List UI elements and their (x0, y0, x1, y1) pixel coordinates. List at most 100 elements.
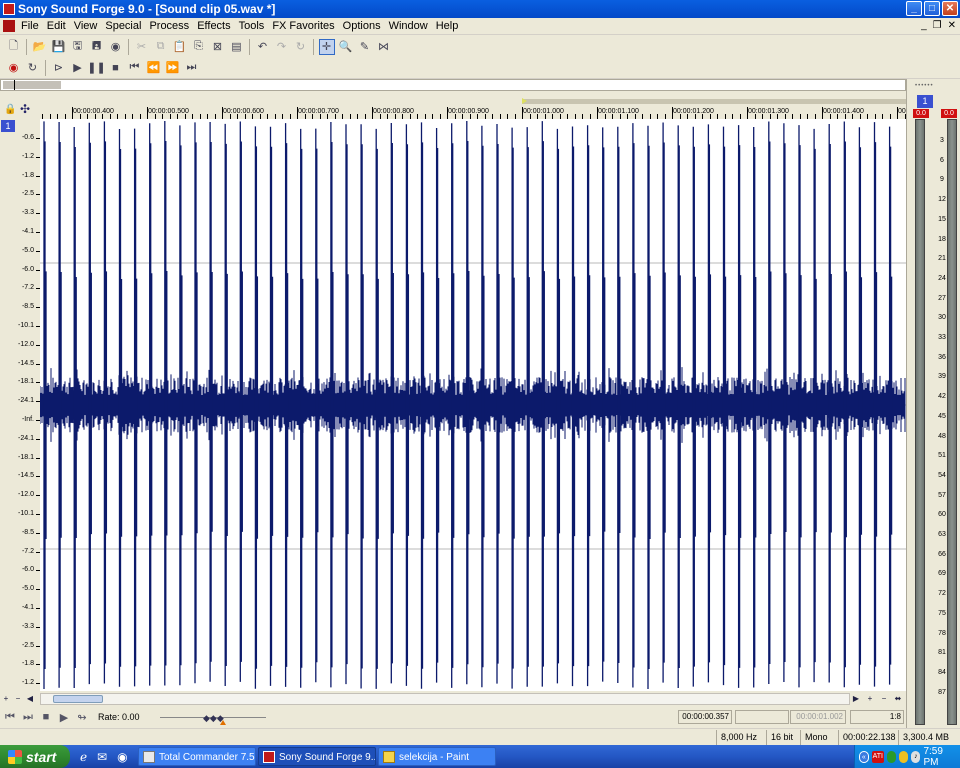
menu-window[interactable]: Window (386, 20, 433, 32)
scroll-left-icon[interactable]: ◀ (24, 693, 36, 705)
zoom-ratio-field[interactable]: 1:8 (850, 710, 904, 724)
play-looped-icon[interactable]: ↬ (74, 709, 90, 725)
bit-depth-status[interactable]: 16 bit (766, 730, 800, 745)
pencil-tool-icon[interactable]: ✎ (357, 39, 373, 55)
repeat-icon[interactable]: ↻ (293, 39, 309, 55)
channels-status[interactable]: Mono (800, 730, 838, 745)
waveform-click-spike (375, 128, 379, 689)
play-icon[interactable]: ▶ (70, 60, 86, 76)
go-to-end-icon[interactable]: ⏭ (184, 60, 200, 76)
menu-help[interactable]: Help (433, 20, 464, 32)
mdi-restore-button[interactable]: ❐ (933, 20, 942, 31)
scroll-right-icon[interactable]: ▶ (850, 693, 862, 705)
cut-icon[interactable]: ✂ (134, 39, 150, 55)
waveform-click-spike (254, 126, 259, 689)
meter-channel-badge[interactable]: 1 (917, 95, 933, 108)
new-file-icon[interactable]: 🗋 (6, 39, 22, 55)
rewind-icon[interactable]: ⏪ (146, 60, 162, 76)
menu-tools[interactable]: Tools (236, 20, 270, 32)
crossfade-icon[interactable]: ⊠ (210, 39, 226, 55)
lock-icon[interactable]: 🔒 (4, 104, 16, 115)
zoom-slider-icon[interactable]: ⬌ (892, 693, 904, 705)
trim-icon[interactable]: ▤ (229, 39, 245, 55)
overview-bar[interactable] (0, 79, 906, 91)
media-player-icon[interactable]: ◉ (117, 750, 127, 764)
stop-icon[interactable]: ■ (38, 709, 54, 725)
loop-region-bar[interactable] (522, 99, 906, 104)
channel-badge[interactable]: 1 (1, 120, 15, 132)
taskbar-button-paint[interactable]: selekcija - Paint (378, 747, 496, 766)
menu-effects[interactable]: Effects (194, 20, 235, 32)
peak-hold-left[interactable]: 0.0 (913, 109, 929, 118)
play-all-icon[interactable]: ⊳ (51, 60, 67, 76)
open-folder-icon[interactable]: 📂 (32, 39, 48, 55)
forward-icon[interactable]: ⏩ (165, 60, 181, 76)
close-button[interactable]: ✕ (942, 1, 958, 16)
redo-icon[interactable]: ↷ (274, 39, 290, 55)
render-icon[interactable]: ◉ (108, 39, 124, 55)
outlook-express-icon[interactable]: ✉ (97, 750, 107, 764)
record-icon[interactable]: ◉ (6, 60, 22, 76)
save-icon[interactable]: 💾 (51, 39, 67, 55)
pause-icon[interactable]: ❚❚ (87, 60, 105, 76)
menu-file[interactable]: File (18, 20, 44, 32)
meter-grip[interactable]: •••••• (915, 83, 934, 89)
go-to-end-icon[interactable]: ⏭ (20, 709, 36, 725)
scroll-thumb[interactable] (53, 695, 103, 703)
peak-hold-right[interactable]: 0.0 (941, 109, 957, 118)
save-as-icon[interactable]: 🖫 (70, 39, 86, 55)
waveform-click-spike (677, 125, 681, 689)
time-ruler[interactable]: 00:00:00.400 00:00:00.500 00:00:00.600 00:0… (40, 97, 908, 119)
tray-expand-icon[interactable]: « (859, 750, 869, 763)
amplitude-axis: -0.6 -1.2 -1.8 -2.5 -3.3 -4.1 -5.0 -6.0 -7.2 -8.5… (0, 119, 40, 705)
volume-tray-icon[interactable]: ♪ (911, 750, 921, 763)
ati-tray-icon[interactable]: ATI (871, 750, 884, 763)
document-icon[interactable] (3, 20, 15, 32)
scroll-track[interactable] (40, 693, 850, 705)
copy-icon[interactable]: ⧉ (153, 39, 169, 55)
start-button[interactable]: start (0, 745, 70, 768)
magnify-tool-icon[interactable]: 🔍 (338, 39, 354, 55)
network-tray-icon[interactable] (886, 750, 897, 763)
menu-options[interactable]: Options (340, 20, 386, 32)
menu-special[interactable]: Special (102, 20, 146, 32)
envelope-tool-icon[interactable]: ⋈ (376, 39, 392, 55)
ie-icon[interactable]: ℯ (80, 750, 87, 764)
zoom-out-vertical-icon[interactable]: − (12, 693, 24, 705)
mdi-minimize-button[interactable]: _ (921, 20, 927, 31)
play-normal-icon[interactable]: ▶ (56, 709, 72, 725)
rate-slider[interactable]: ◆◆◆ (160, 712, 266, 725)
scrub-icon[interactable]: ✣ (20, 102, 30, 116)
loop-icon[interactable]: ↻ (25, 60, 41, 76)
mdi-close-button[interactable]: ✕ (948, 20, 956, 31)
waveform-display[interactable] (40, 119, 906, 691)
security-tray-icon[interactable] (899, 750, 909, 763)
zoom-out-time-icon[interactable]: − (878, 693, 890, 705)
paste-mix-icon[interactable]: ⎘ (191, 39, 207, 55)
minimize-button[interactable]: _ (906, 1, 922, 16)
paste-icon[interactable]: 📋 (172, 39, 188, 55)
maximize-button[interactable]: □ (924, 1, 940, 16)
undo-icon[interactable]: ↶ (255, 39, 271, 55)
selection-start-field[interactable] (735, 710, 789, 724)
cursor-position-field[interactable]: 00:00:00.357 (678, 710, 732, 724)
overview-view-region[interactable] (3, 81, 61, 89)
menu-process[interactable]: Process (146, 20, 194, 32)
go-to-start-icon[interactable]: ⏮ (127, 60, 143, 76)
menu-view[interactable]: View (71, 20, 103, 32)
go-to-start-icon[interactable]: ⏮ (2, 709, 18, 725)
zoom-in-vertical-icon[interactable]: + (0, 693, 12, 705)
save-all-icon[interactable]: 🖪 (89, 39, 105, 55)
zoom-in-time-icon[interactable]: + (864, 693, 876, 705)
sample-rate-status[interactable]: 8,000 Hz (716, 730, 766, 745)
sound-forge-app-icon[interactable] (3, 3, 15, 15)
selection-length-field[interactable]: 00:00:01.002 (790, 710, 846, 724)
taskbar-button-sound-forge[interactable]: Sony Sound Forge 9.... (258, 747, 376, 766)
stop-icon[interactable]: ■ (108, 60, 124, 76)
clock[interactable]: 7:59 PM (923, 746, 952, 768)
edit-tool-icon[interactable]: ✛ (318, 38, 335, 55)
taskbar-button-total-commander[interactable]: Total Commander 7.5... (138, 747, 256, 766)
menu-edit[interactable]: Edit (44, 20, 71, 32)
menu-fx-favorites[interactable]: FX Favorites (269, 20, 339, 32)
loop-start-marker[interactable] (522, 98, 527, 104)
